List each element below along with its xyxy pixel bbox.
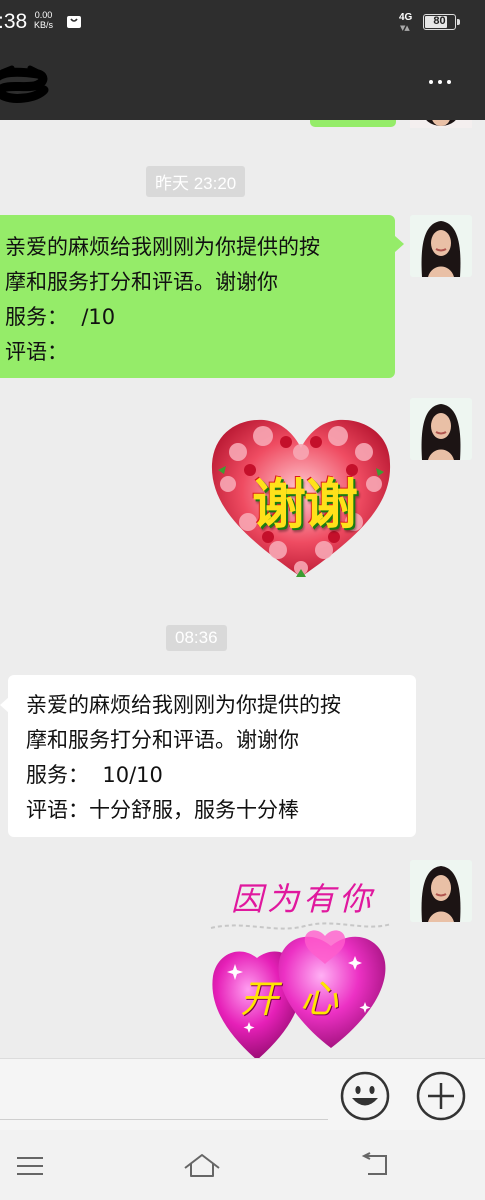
menu-icon[interactable]	[16, 1156, 44, 1176]
emoji-icon[interactable]	[340, 1071, 390, 1121]
message-bubble-sent[interactable]: 亲爱的麻烦给我刚刚为你提供的按 摩和服务打分和评语。谢谢你 服务： /10 评语…	[0, 215, 395, 378]
message-line: 服务： /10	[5, 305, 116, 329]
avatar-image	[410, 120, 472, 128]
sticker-text-bottom: 开心	[239, 977, 360, 1021]
timestamp: 08:36	[166, 625, 227, 651]
more-dots-icon[interactable]	[420, 70, 460, 94]
status-bar: :38 0.00 KB/s 4G ▼▲ 80	[0, 0, 485, 44]
plus-icon[interactable]	[416, 1071, 466, 1121]
dot	[447, 80, 451, 84]
previous-message-bubble[interactable]	[310, 120, 396, 127]
chat-area[interactable]: 昨天 23:20 亲爱的麻烦给我刚刚为你提供的按 摩和服务打分和评语。谢谢你 服…	[0, 120, 485, 1058]
data-arrows-icon: ▼▲	[400, 24, 410, 32]
battery-icon: 80	[423, 14, 456, 30]
message-line: 评语：	[5, 340, 68, 364]
input-underline	[0, 1119, 328, 1120]
sticker-thanks-heart[interactable]: 谢谢	[208, 412, 394, 582]
avatar[interactable]	[410, 120, 472, 128]
dot	[429, 80, 433, 84]
input-bar	[0, 1058, 485, 1130]
message-line: 服务： 10/10	[26, 763, 163, 787]
network-speed: 0.00 KB/s	[34, 10, 54, 30]
avatar-image	[410, 215, 472, 277]
sticker-text: 谢谢	[252, 473, 358, 536]
avatar[interactable]	[410, 215, 472, 277]
home-icon[interactable]	[183, 1152, 221, 1178]
battery-percent: 80	[433, 15, 446, 27]
message-bubble-received[interactable]: 亲爱的麻烦给我刚刚为你提供的按 摩和服务打分和评语。谢谢你 服务： 10/10 …	[8, 675, 416, 837]
avatar-image	[410, 398, 472, 460]
redacted-title-scribble[interactable]	[0, 64, 52, 104]
timestamp: 昨天 23:20	[146, 166, 246, 197]
status-time: :38	[0, 10, 28, 33]
message-line: 亲爱的麻烦给我刚刚为你提供的按	[26, 693, 341, 717]
sticker-happy-hearts[interactable]: 因为有你 开心	[205, 872, 395, 1058]
dot	[438, 80, 442, 84]
avatar[interactable]	[410, 860, 472, 922]
pink-hearts-image	[210, 922, 392, 1058]
message-line: 亲爱的麻烦给我刚刚为你提供的按	[5, 235, 320, 259]
network-type: 4G	[399, 12, 413, 23]
chat-header	[0, 44, 485, 120]
message-line: 摩和服务打分和评语。谢谢你	[26, 728, 299, 752]
message-line: 评语：十分舒服，服务十分棒	[26, 798, 299, 822]
back-icon[interactable]	[360, 1152, 390, 1178]
system-nav-bar	[0, 1130, 485, 1200]
shopping-bag-icon	[67, 16, 81, 28]
message-input[interactable]	[0, 1059, 328, 1119]
message-line: 摩和服务打分和评语。谢谢你	[5, 270, 278, 294]
avatar-image	[410, 860, 472, 922]
avatar[interactable]	[410, 398, 472, 460]
battery-tip	[457, 19, 460, 25]
bubble-tail	[395, 236, 404, 252]
